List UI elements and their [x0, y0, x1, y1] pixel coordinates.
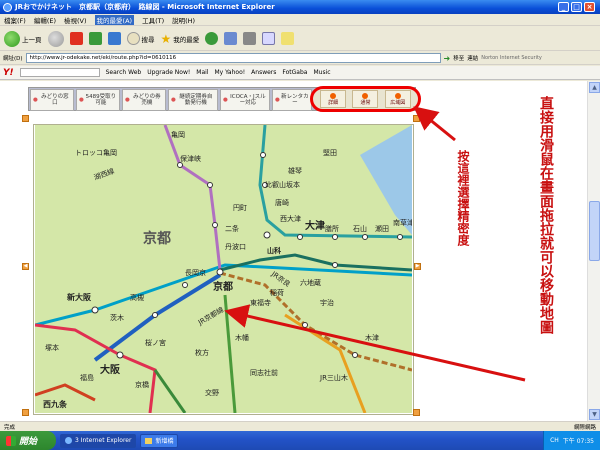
annotation-drag-map: 直接用滑鼠在畫面拖拉就可以移動地圖 — [538, 96, 554, 334]
annotation-arrows — [224, 106, 526, 382]
arrow-to-zoom-icon — [413, 106, 456, 142]
task-folder[interactable]: 新增橋 — [140, 433, 179, 448]
status-bar: 完成 網際網路 — [0, 421, 600, 431]
annotation-select-precision: 按這裡選擇精密度 — [456, 150, 470, 246]
arrow-to-map-icon — [224, 304, 526, 382]
status-right: 網際網路 — [573, 424, 596, 431]
folder-task-icon — [145, 437, 153, 444]
tray-clock: 下午 07:35 — [562, 438, 594, 445]
start-button[interactable]: 開始 — [0, 431, 56, 450]
system-tray: CH 下午 07:35 — [543, 431, 600, 450]
tray-lang[interactable]: CH — [550, 437, 559, 444]
status-left: 完成 — [4, 424, 16, 431]
windows-flag-icon — [6, 435, 16, 446]
ie-task-icon — [65, 437, 72, 444]
task-ie[interactable]: 3 Internet Explorer — [60, 433, 137, 448]
taskbar: 開始 3 Internet Explorer 新增橋 CH 下午 07:35 — [0, 431, 600, 450]
